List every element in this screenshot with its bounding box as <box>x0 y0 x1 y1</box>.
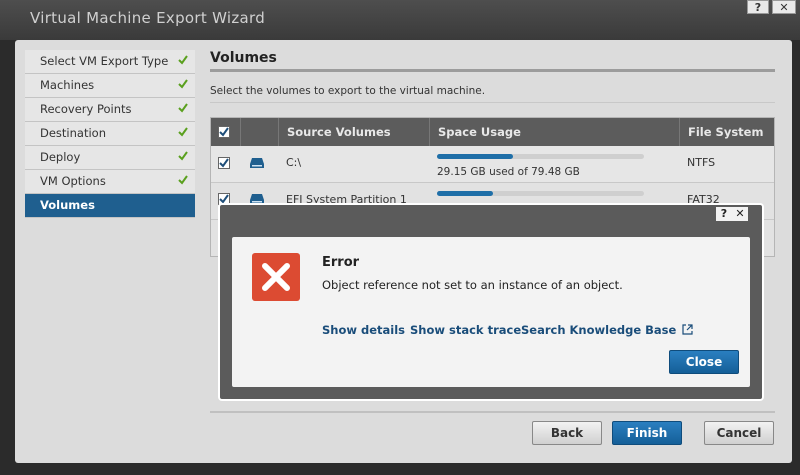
error-message: Object reference not set to an instance … <box>322 278 623 292</box>
select-all-checkbox[interactable] <box>218 126 230 138</box>
window-titlebar: Virtual Machine Export Wizard ? ✕ <box>0 0 800 40</box>
dialog-toolbar: ? ✕ <box>716 207 748 221</box>
file-system: NTFS <box>687 156 716 169</box>
check-icon <box>178 79 188 89</box>
space-usage-text: 29.15 GB used of 79.48 GB <box>437 166 580 178</box>
column-source-volumes[interactable]: Source Volumes <box>278 118 429 146</box>
step-destination[interactable]: Destination <box>25 122 195 146</box>
icon-column-header <box>240 118 278 146</box>
show-details-link[interactable]: Show details <box>322 323 405 337</box>
cancel-button[interactable]: Cancel <box>704 421 774 445</box>
volume-name: C:\ <box>286 156 302 169</box>
show-stack-trace-link[interactable]: Show stack trace <box>410 323 521 337</box>
finish-button[interactable]: Finish <box>612 421 682 445</box>
page-description: Select the volumes to export to the virt… <box>210 85 775 103</box>
table-header: Source Volumes Space Usage File System <box>211 118 774 146</box>
wizard-steps: Select VM Export Type Machines Recovery … <box>25 50 195 218</box>
step-volumes[interactable]: Volumes <box>25 194 195 218</box>
error-title: Error <box>322 255 360 270</box>
step-deploy[interactable]: Deploy <box>25 146 195 170</box>
dialog-help-button[interactable]: ? <box>716 207 732 221</box>
step-select-vm-export-type[interactable]: Select VM Export Type <box>25 50 195 74</box>
check-icon <box>178 103 188 113</box>
error-icon <box>252 253 300 301</box>
search-knowledge-base-label: Search Knowledge Base <box>521 323 677 337</box>
step-label: Select VM Export Type <box>40 54 169 68</box>
step-label: VM Options <box>40 174 106 188</box>
checkmark-icon <box>219 127 229 137</box>
dialog-close-icon[interactable]: ✕ <box>732 207 748 221</box>
step-vm-options[interactable]: VM Options <box>25 170 195 194</box>
x-mark-icon <box>262 263 290 291</box>
footer-divider <box>210 411 775 413</box>
error-dialog-frame: ? ✕ Error Object reference not set to an… <box>218 203 764 401</box>
step-label: Volumes <box>40 198 95 212</box>
check-icon <box>178 55 188 65</box>
hard-drive-icon <box>250 158 264 168</box>
space-usage-fill <box>437 191 493 196</box>
help-button[interactable]: ? <box>747 0 769 14</box>
space-usage-fill <box>437 154 513 159</box>
step-label: Destination <box>40 126 106 140</box>
external-link-icon <box>682 324 693 335</box>
close-window-button[interactable]: ✕ <box>772 0 796 14</box>
window-title: Virtual Machine Export Wizard <box>30 9 266 27</box>
page-title: Volumes <box>210 50 775 72</box>
check-icon <box>178 151 188 161</box>
error-dialog: Error Object reference not set to an ins… <box>232 237 750 387</box>
column-file-system[interactable]: File System <box>679 118 774 146</box>
space-usage-bar <box>437 191 644 196</box>
check-icon <box>178 175 188 185</box>
checkmark-icon <box>219 158 229 168</box>
check-icon <box>178 127 188 137</box>
error-close-button[interactable]: Close <box>669 350 739 374</box>
table-row[interactable]: C:\ 29.15 GB used of 79.48 GB NTFS <box>211 146 774 183</box>
step-machines[interactable]: Machines <box>25 74 195 98</box>
step-label: Recovery Points <box>40 102 132 116</box>
step-label: Machines <box>40 78 95 92</box>
space-usage-bar <box>437 154 644 159</box>
search-knowledge-base-link[interactable]: Search Knowledge Base <box>521 323 693 337</box>
back-button[interactable]: Back <box>532 421 602 445</box>
column-space-usage[interactable]: Space Usage <box>429 118 679 146</box>
row-checkbox[interactable] <box>218 157 230 169</box>
step-label: Deploy <box>40 150 81 164</box>
step-recovery-points[interactable]: Recovery Points <box>25 98 195 122</box>
